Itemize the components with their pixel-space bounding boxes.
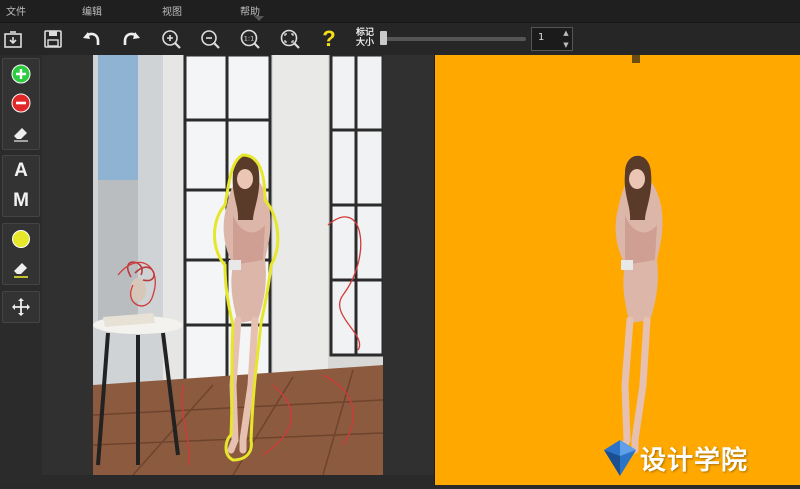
zoom-in-icon [162, 30, 181, 49]
zoom-in-button[interactable] [158, 26, 184, 52]
zoom-actual-icon: 1:1 [240, 29, 260, 49]
menu-bar: 文件 编辑 视图 帮助 [0, 0, 800, 23]
edge-tool-group [2, 223, 40, 285]
result-top-handle[interactable] [632, 55, 640, 63]
yellow-dot-icon [12, 230, 30, 248]
auto-mode-label: A [14, 160, 28, 181]
watermark: 设计学院 [600, 438, 748, 478]
help-button[interactable]: ? [316, 26, 342, 52]
zoom-out-button[interactable] [197, 26, 223, 52]
minus-red-icon [11, 93, 31, 113]
move-tool[interactable] [3, 293, 39, 321]
undo-icon [83, 32, 100, 45]
remove-background-tool[interactable] [3, 89, 39, 117]
result-cutout-image [615, 155, 663, 454]
menu-file[interactable]: 文件 [6, 3, 26, 18]
mode-tool-group: A M [2, 155, 40, 217]
redo-icon [123, 32, 140, 45]
add-foreground-tool[interactable] [3, 60, 39, 88]
result-canvas-area[interactable] [435, 55, 800, 485]
marker-size-slider[interactable] [382, 37, 526, 41]
watermark-text: 设计学院 [640, 445, 749, 476]
zoom-fit-icon [280, 29, 300, 49]
marker-size-stepper[interactable]: 1 ▲ ▼ [531, 27, 573, 51]
zoom-out-icon [201, 30, 220, 49]
menu-view[interactable]: 视图 [162, 3, 182, 18]
zoom-actual-text: 1:1 [244, 35, 254, 43]
menu-edit[interactable]: 编辑 [82, 3, 102, 18]
manual-mode-tool[interactable]: M [3, 187, 39, 215]
watermark-logo-icon [604, 440, 636, 476]
marker-tool-group [2, 58, 40, 150]
edge-marker-tool[interactable] [3, 225, 39, 253]
redo-button[interactable] [118, 26, 144, 52]
source-photo[interactable] [93, 55, 383, 475]
auto-mode-tool[interactable]: A [3, 157, 39, 185]
stepper-down-icon[interactable]: ▼ [561, 40, 571, 50]
plus-green-icon [11, 64, 31, 84]
move-tool-group [2, 291, 40, 323]
eraser-icon [14, 128, 28, 142]
help-icon: ? [322, 26, 336, 51]
marker-size-label-line2: 大小 [356, 38, 375, 48]
import-button[interactable] [0, 26, 26, 52]
edge-eraser-tool[interactable] [3, 255, 39, 283]
undo-button[interactable] [79, 26, 105, 52]
source-photo-image [93, 55, 383, 475]
zoom-fit-button[interactable] [277, 26, 303, 52]
save-icon [44, 30, 62, 48]
eraser-tool[interactable] [3, 119, 39, 147]
marker-size-slider-thumb[interactable] [380, 31, 387, 45]
zoom-actual-button[interactable]: 1:1 [237, 26, 263, 52]
manual-mode-label: M [13, 190, 29, 211]
save-button[interactable] [40, 26, 66, 52]
eraser-yellow-icon [14, 263, 28, 278]
move-arrows-icon [12, 298, 30, 316]
import-icon [4, 31, 22, 48]
marker-size-value[interactable]: 1 [538, 32, 544, 43]
tool-panel: A M [0, 55, 42, 485]
stepper-up-icon[interactable]: ▲ [561, 28, 571, 38]
marker-size-label-line1: 标记 [356, 28, 375, 38]
marker-size-label: 标记 大小 [356, 28, 374, 48]
menu-caret-icon [254, 16, 264, 21]
